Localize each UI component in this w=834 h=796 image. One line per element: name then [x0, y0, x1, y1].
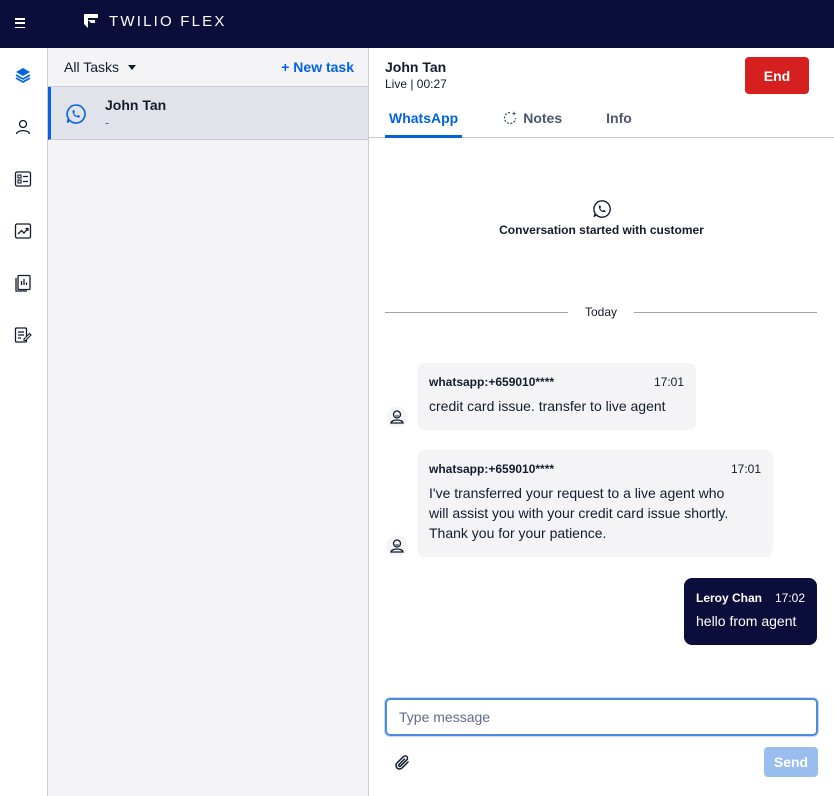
task-name: John Tan: [105, 97, 167, 113]
tab-whatsapp[interactable]: WhatsApp: [385, 110, 463, 138]
message-sender: Leroy Chan: [696, 591, 763, 605]
app-title: TWILIO FLEX: [109, 12, 227, 30]
conversation-header: John Tan Live | 00:27 End WhatsApp Notes…: [369, 48, 834, 138]
conversation-started-notice: Conversation started with customer: [369, 199, 834, 237]
message-sender: whatsapp:+659010****: [429, 375, 555, 389]
paperclip-icon[interactable]: [393, 753, 413, 773]
message-input[interactable]: [385, 698, 818, 736]
dashboards-icon[interactable]: [12, 272, 34, 294]
message-bubble: whatsapp:+659010**** 17:01 I've transfer…: [417, 450, 773, 557]
conversation-panel: John Tan Live | 00:27 End WhatsApp Notes…: [369, 48, 834, 796]
message-text: hello from agent: [696, 613, 797, 629]
message-sender: whatsapp:+659010****: [429, 462, 555, 476]
conversation-started-text: Conversation started with customer: [499, 223, 704, 237]
task-subtitle: -: [105, 115, 110, 130]
chevron-down-icon: [127, 64, 136, 70]
whatsapp-icon: [592, 200, 611, 218]
customer-name: John Tan: [385, 59, 447, 75]
task-filter-dropdown[interactable]: All Tasks: [64, 59, 136, 75]
divider-line: [634, 312, 817, 313]
end-button[interactable]: End: [745, 57, 809, 94]
message-line: I've transferred your request to a live …: [429, 485, 725, 501]
agents-icon[interactable]: [12, 116, 34, 138]
agent-message-bubble: Leroy Chan 17:02 hello from agent: [684, 578, 817, 645]
message-line: Thank you for your patience.: [429, 525, 607, 541]
message-bubble: whatsapp:+659010**** 17:01 credit card i…: [417, 363, 696, 430]
message-time: 17:01: [653, 375, 684, 389]
tab-info[interactable]: Info: [602, 110, 636, 138]
analytics-icon[interactable]: [12, 220, 34, 242]
new-task-button[interactable]: + New task: [281, 59, 354, 75]
message-time: 17:02: [774, 591, 805, 605]
date-divider: Today: [385, 303, 817, 323]
tab-label: Info: [606, 110, 632, 126]
message-meta: Leroy Chan 17:02: [696, 591, 805, 605]
conversation-status: Live | 00:27: [385, 77, 447, 91]
flex-logo-icon: [84, 14, 98, 28]
message-time: 17:01: [730, 462, 761, 476]
whatsapp-icon: [66, 104, 86, 124]
sparkle-icon: [504, 111, 517, 125]
conversation-tabs: WhatsApp Notes Info: [385, 110, 672, 138]
task-filter-label: All Tasks: [64, 59, 119, 75]
side-nav: [0, 48, 48, 796]
send-button[interactable]: Send: [764, 747, 818, 777]
tab-notes[interactable]: Notes: [498, 110, 566, 138]
quality-icon[interactable]: [12, 324, 34, 346]
customer-avatar-icon: [386, 406, 408, 428]
tab-label: WhatsApp: [389, 110, 459, 126]
task-list-header: All Tasks + New task: [48, 48, 368, 87]
app-logo: TWILIO FLEX: [82, 12, 227, 30]
message-meta: whatsapp:+659010**** 17:01: [429, 375, 684, 389]
message-text: I've transferred your request to a live …: [429, 483, 761, 543]
queues-icon[interactable]: [12, 168, 34, 190]
message-line: will assist you with your credit card is…: [429, 505, 729, 521]
message-text: credit card issue. transfer to live agen…: [429, 398, 666, 414]
task-card[interactable]: John Tan -: [48, 87, 368, 140]
message-meta: whatsapp:+659010**** 17:01: [429, 462, 761, 476]
task-list-panel: All Tasks + New task John Tan -: [48, 48, 369, 796]
tab-label: Notes: [523, 110, 563, 126]
layers-icon[interactable]: [12, 64, 34, 86]
customer-avatar-icon: [386, 535, 408, 557]
top-bar: TWILIO FLEX: [0, 0, 834, 48]
menu-icon[interactable]: [15, 16, 29, 30]
